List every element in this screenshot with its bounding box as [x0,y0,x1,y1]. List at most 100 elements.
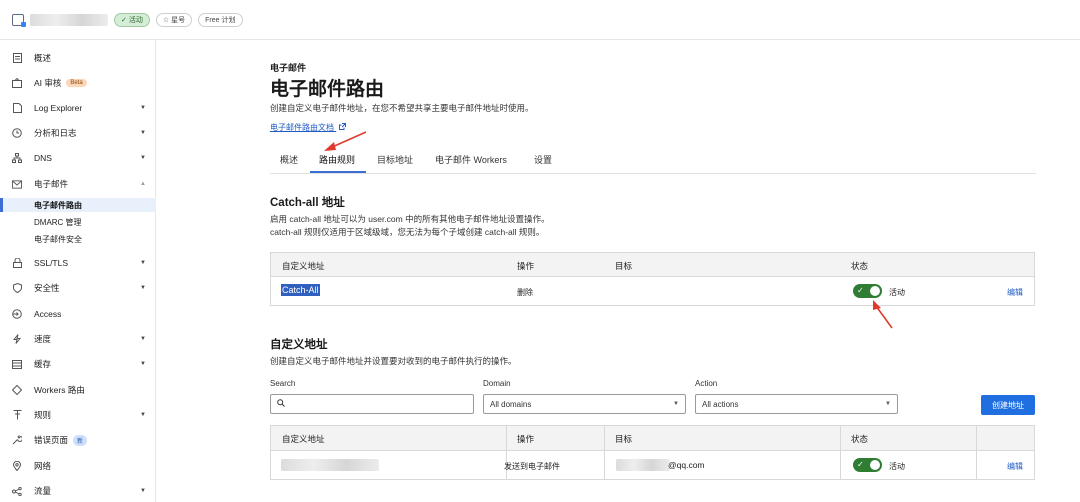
search-input[interactable] [270,394,474,414]
sidebar-item-ssl-tls[interactable]: SSL/TLS ▼ [0,255,156,271]
wrench-icon [12,435,22,445]
check-icon: ✓ [857,460,864,469]
cache-icon [12,359,22,369]
custom-address-title: 自定义地址 [270,339,328,351]
clock-icon [12,128,22,138]
star-button[interactable]: ☆ 星号 [155,12,193,27]
ai-audit-icon [12,78,22,88]
chevron-down-icon: ▼ [140,130,146,136]
catchall-title: Catch-all 地址 [270,197,345,209]
sidebar-item-access[interactable]: Access [0,306,156,322]
chevron-down-icon: ▼ [140,361,146,367]
action-label: Action [695,379,718,388]
chevron-down-icon: ▼ [140,260,146,266]
sidebar-subitem-dmarc[interactable]: DMARC 管理 [0,215,156,229]
chevron-down-icon: ▼ [140,105,146,111]
mail-icon [12,179,22,189]
catchall-table: 自定义地址 操作 目标 状态 Catch-All 删除 ✓ 活动 编辑 [270,252,1035,306]
workers-icon [12,385,22,395]
domain-select[interactable]: All domains ▼ [483,394,686,414]
sidebar-subitem-email-security[interactable]: 电子邮件安全 [0,232,156,246]
check-icon: ✓ [857,286,864,295]
custom-action: 发送到电子邮件 [504,462,560,471]
top-bar: ✓ 活动 ☆ 星号 Free 计划 [0,0,1080,40]
chevron-down-icon: ▼ [140,336,146,342]
chevron-down-icon: ▼ [140,285,146,291]
shield-icon [12,283,22,293]
sidebar-item-network[interactable]: 网络 [0,458,156,474]
chevron-down-icon: ▼ [140,155,146,161]
rules-icon [12,410,22,420]
custom-address-table: 自定义地址 操作 目标 状态 发送到电子邮件 @qq.com ✓ 活动 编辑 [270,425,1035,480]
chevron-down-icon: ▼ [885,401,891,407]
chevron-down-icon: ▼ [673,401,679,407]
chevron-down-icon: ▼ [140,412,146,418]
custom-address-description: 创建自定义电子邮件地址并设置要对收到的电子邮件执行的操作。 [270,356,517,366]
site-icon [12,13,26,27]
custom-target-domain: @qq.com [668,460,705,470]
log-icon [12,103,22,113]
action-select[interactable]: All actions ▼ [695,394,898,414]
tab-routing-rules[interactable]: 路由规则 [319,153,355,166]
catchall-description-1: 启用 catch-all 地址可以为 user.com 中的所有其他电子邮件地址… [270,214,550,224]
location-icon [12,461,22,471]
create-address-button[interactable]: 创建地址 [981,395,1035,415]
sidebar-item-rules[interactable]: 规则 ▼ [0,407,156,423]
sidebar-item-traffic[interactable]: 流量 ▼ [0,483,156,499]
table-row: 发送到电子邮件 @qq.com ✓ 活动 编辑 [271,451,1034,479]
access-icon [12,309,22,319]
sidebar-item-overview[interactable]: 概述 [0,50,156,66]
network-icon [12,153,22,163]
custom-table-header: 自定义地址 操作 目标 状态 [271,426,1034,451]
chevron-up-icon: ▲ [140,181,146,187]
redacted-target [616,459,670,471]
tab-email-workers[interactable]: 电子邮件 Workers [435,153,507,166]
status-pill: ✓ 活动 [114,12,150,27]
page-description: 创建自定义电子邮件地址，在您不希望共享主要电子邮件地址时使用。 [270,103,534,113]
custom-status-toggle[interactable]: ✓ [853,458,882,472]
sidebar-item-workers-routes[interactable]: Workers 路由 [0,382,156,398]
sidebar-item-ai-audit[interactable]: AI 审核 Beta [0,75,156,91]
beta-badge: Beta [66,79,87,87]
sidebar-item-log-explorer[interactable]: Log Explorer ▼ [0,100,156,116]
annotation-arrow-tab [324,131,367,151]
catchall-table-header: 自定义地址 操作 目标 状态 [271,253,1034,277]
sidebar-item-email[interactable]: 电子邮件 ▲ [0,176,156,192]
annotation-arrow-toggle [873,300,893,329]
domain-label: Domain [483,379,511,388]
sidebar-item-error-pages[interactable]: 错误页面 新 [0,432,156,448]
active-tab-indicator [310,171,366,173]
tab-settings[interactable]: 设置 [534,153,552,166]
sidebar-item-cache[interactable]: 缓存 ▼ [0,356,156,372]
bolt-icon [12,334,22,344]
sidebar-item-dns[interactable]: DNS ▼ [0,150,156,166]
custom-status-label: 活动 [889,462,905,471]
catchall-action: 删除 [517,288,533,297]
search-label: Search [270,379,296,388]
traffic-icon [12,486,22,496]
custom-edit-link[interactable]: 编辑 [1007,461,1023,472]
new-badge: 新 [73,434,88,446]
catchall-address: Catch-All [281,284,320,296]
lock-icon [12,258,22,268]
tab-bar: 概述 路由规则 目标地址 电子邮件 Workers 设置 [270,144,1036,174]
search-icon [277,399,285,409]
star-icon: ☆ [162,16,170,24]
sidebar: 概述 AI 审核 Beta Log Explorer ▼ 分析和日志 ▼ DNS… [0,40,156,502]
sidebar-subitem-email-routing[interactable]: 电子邮件路由 [0,198,156,212]
chevron-down-icon: ▼ [140,488,146,494]
document-icon [12,53,22,63]
table-row: Catch-All 删除 ✓ 活动 编辑 [271,277,1034,305]
sidebar-item-security[interactable]: 安全性 ▼ [0,280,156,296]
redacted-address [281,459,379,471]
site-name-redacted[interactable] [30,13,108,26]
catchall-edit-link[interactable]: 编辑 [1007,287,1023,298]
sidebar-item-speed[interactable]: 速度 ▼ [0,331,156,347]
sidebar-item-analytics[interactable]: 分析和日志 ▼ [0,125,156,141]
tab-overview[interactable]: 概述 [280,153,298,166]
tab-destination-addresses[interactable]: 目标地址 [377,153,413,166]
plan-pill[interactable]: Free 计划 [198,12,243,27]
check-icon: ✓ [121,16,127,24]
catchall-description-2: catch-all 规则仅适用于区域级域，您无法为每个子域创建 catch-al… [270,227,545,237]
page-eyebrow: 电子邮件 [270,63,307,73]
